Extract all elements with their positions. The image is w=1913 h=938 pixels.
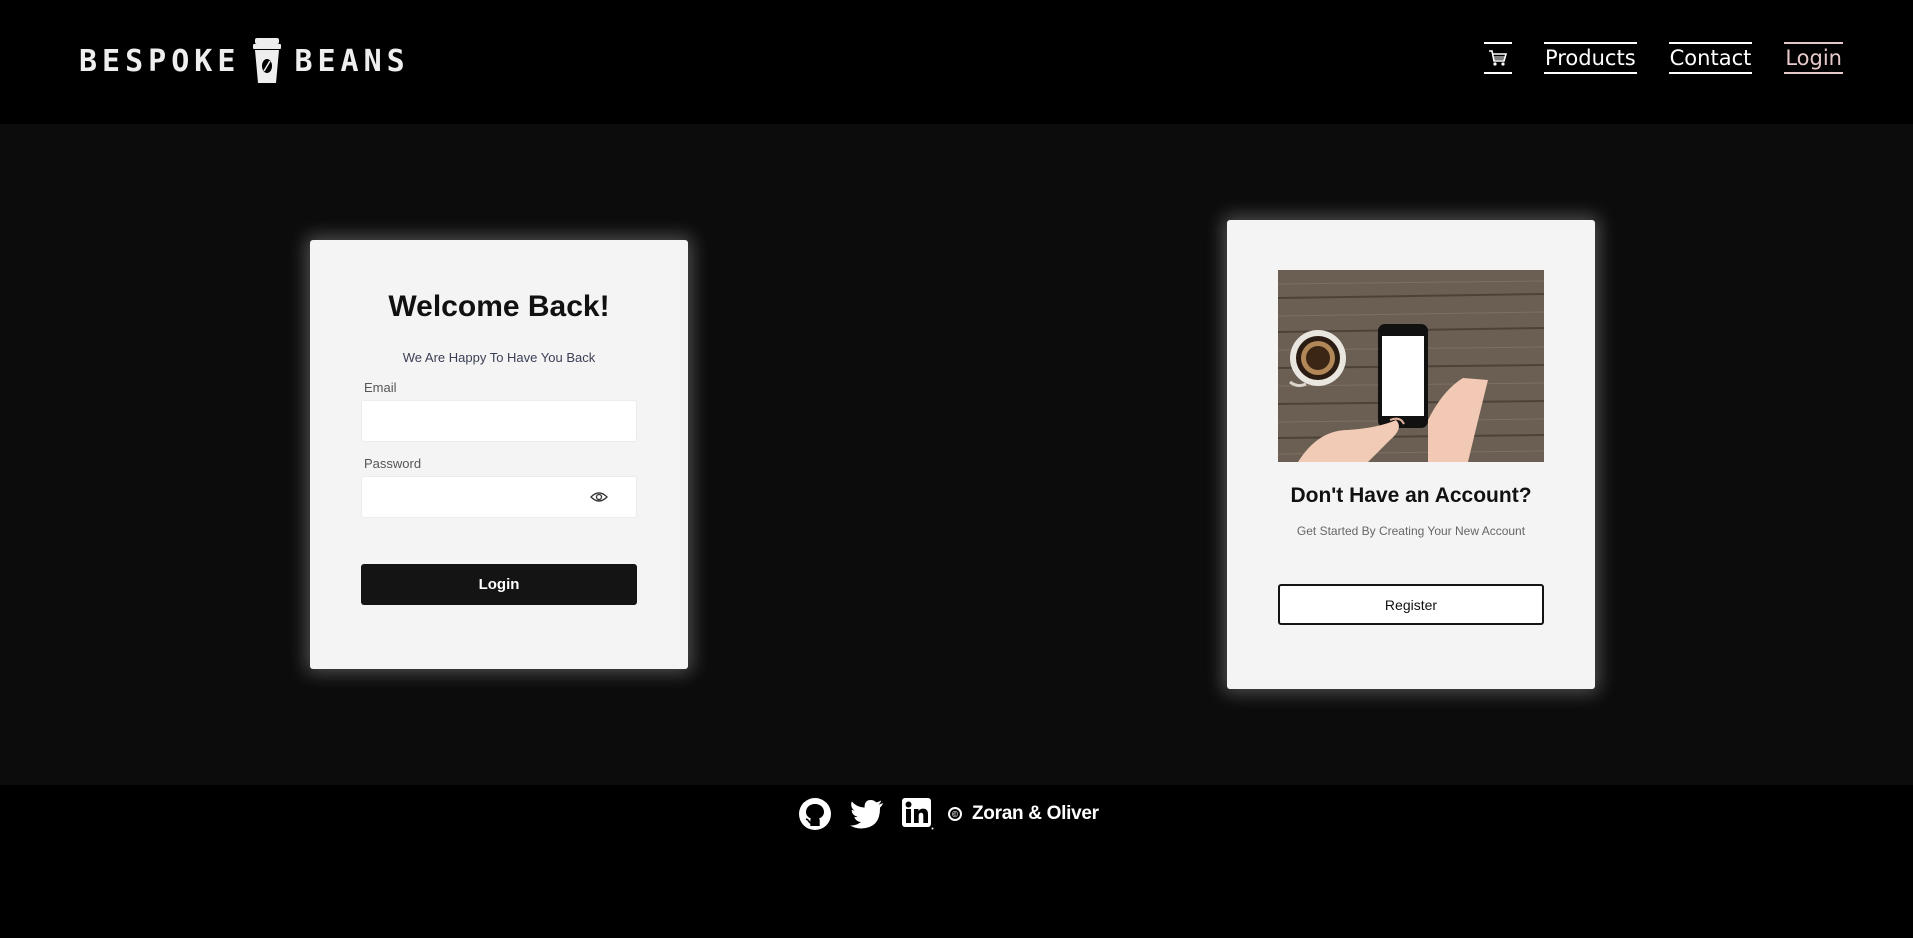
- photo-illustration: [1278, 270, 1544, 462]
- logo-word-right: BEANS: [294, 43, 410, 79]
- password-label: Password: [364, 456, 422, 471]
- register-subtitle: Get Started By Creating Your New Account: [1296, 524, 1526, 538]
- brand-logo[interactable]: BESPOKE BEANS: [79, 38, 410, 84]
- footer-credit: Zoran & Oliver: [972, 803, 1099, 824]
- register-button[interactable]: Register: [1278, 584, 1544, 625]
- email-field[interactable]: [362, 401, 636, 441]
- nav-link-contact[interactable]: Contact: [1668, 42, 1753, 74]
- nav-link-login[interactable]: Login: [1784, 42, 1843, 74]
- cart-glyph: [1488, 50, 1508, 66]
- linkedin-icon[interactable]: [902, 798, 934, 830]
- main-nav: Products Contact Login: [1483, 42, 1843, 74]
- logo-word-left: BESPOKE: [79, 43, 241, 79]
- login-title: Welcome Back!: [388, 290, 610, 323]
- email-label: Email: [364, 380, 397, 395]
- site-header: BESPOKE BEANS Products Contact Login: [0, 0, 1913, 124]
- eye-icon[interactable]: [590, 490, 608, 504]
- email-field-wrapper: [361, 400, 637, 442]
- github-icon[interactable]: [798, 797, 832, 831]
- coffee-cup-icon: [253, 38, 282, 83]
- register-card: Don't Have an Account? Get Started By Cr…: [1227, 220, 1595, 689]
- main-content: Welcome Back! We Are Happy To Have You B…: [0, 124, 1913, 785]
- password-field-wrapper: [361, 476, 637, 518]
- twitter-icon[interactable]: [850, 799, 884, 829]
- register-title: Don't Have an Account?: [1290, 484, 1532, 507]
- nav-link-products[interactable]: Products: [1543, 42, 1637, 74]
- site-footer: © Zoran & Oliver: [0, 785, 1913, 938]
- login-card: Welcome Back! We Are Happy To Have You B…: [310, 240, 688, 669]
- copyright-icon: ©: [948, 807, 962, 821]
- login-subtitle: We Are Happy To Have You Back: [402, 350, 596, 365]
- login-button[interactable]: Login: [361, 564, 637, 605]
- footer-row: © Zoran & Oliver: [798, 797, 1099, 831]
- phone-coffee-photo: [1278, 270, 1544, 462]
- cart-icon[interactable]: [1483, 42, 1512, 74]
- copyright: © Zoran & Oliver: [948, 803, 1099, 825]
